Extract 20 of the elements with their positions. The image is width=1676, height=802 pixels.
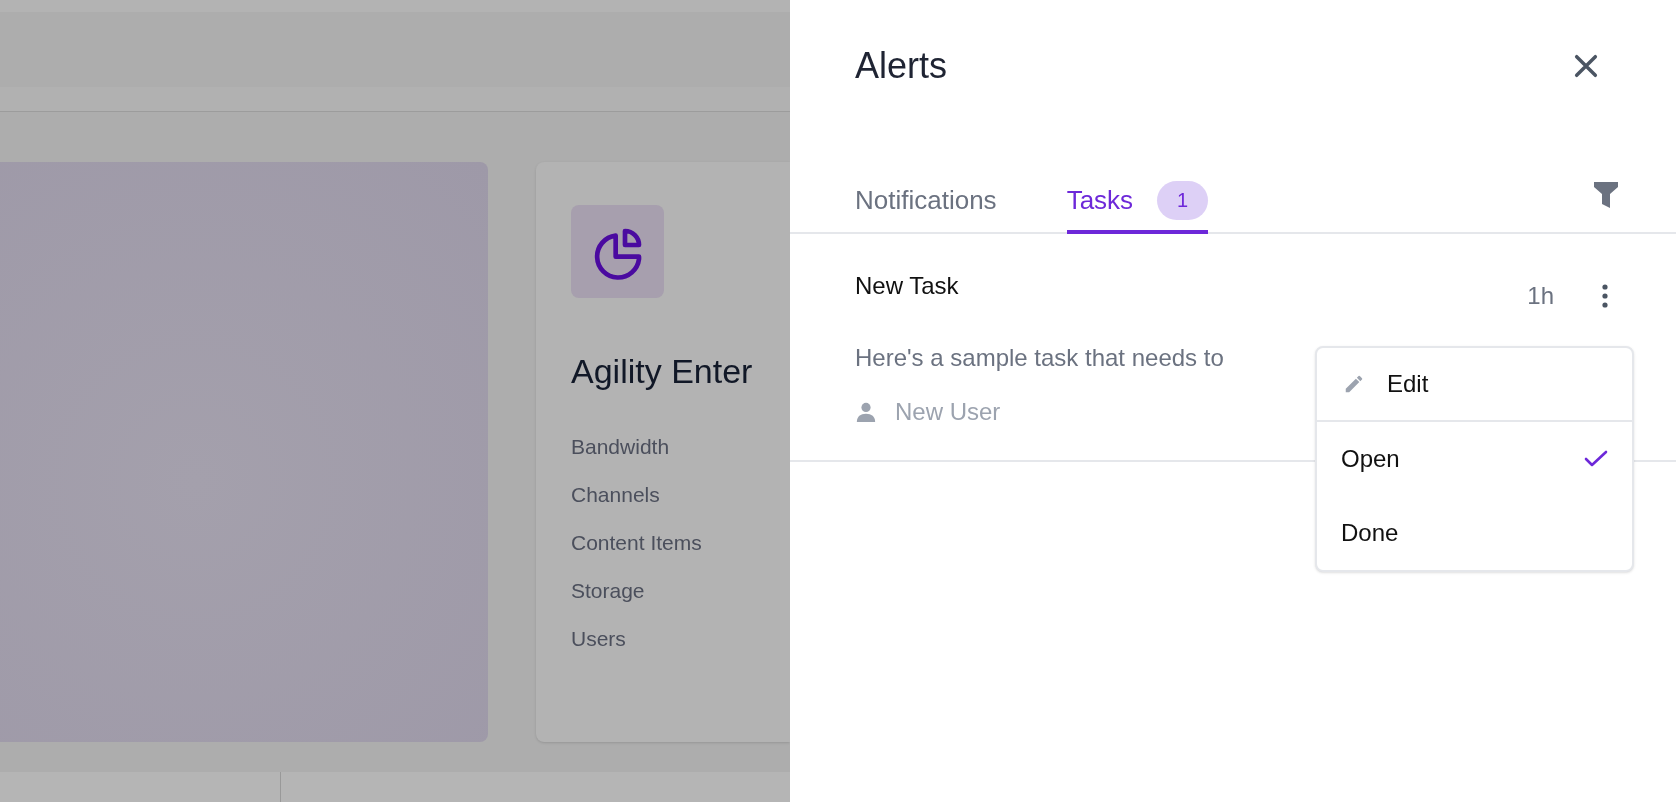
card-title: Agility Enter (571, 351, 754, 392)
usage-label: Content Items (571, 530, 703, 556)
menu-item[interactable]: Open (1317, 422, 1632, 496)
more-icon (1602, 284, 1608, 308)
usage-label: Users (571, 626, 627, 652)
menu-item[interactable]: Done (1317, 496, 1632, 570)
task-title: New Task (855, 271, 959, 301)
count-badge: 1 (1157, 180, 1209, 220)
filter-icon (1594, 182, 1618, 208)
usage-label: Channels (571, 482, 661, 508)
task-assignee: New User (895, 397, 1001, 427)
tab[interactable]: Tasks 1 (1066, 170, 1209, 234)
tab[interactable]: Notifications (855, 170, 997, 234)
task-time: 1h (1527, 281, 1554, 311)
usage-label: Storage (571, 578, 646, 604)
pencil-icon (1343, 373, 1365, 395)
panel-title: Alerts (855, 44, 948, 88)
usage-label: Bandwidth (571, 434, 671, 460)
user-icon (855, 401, 877, 423)
task-description: Here's a sample task that needs to (855, 343, 1225, 373)
